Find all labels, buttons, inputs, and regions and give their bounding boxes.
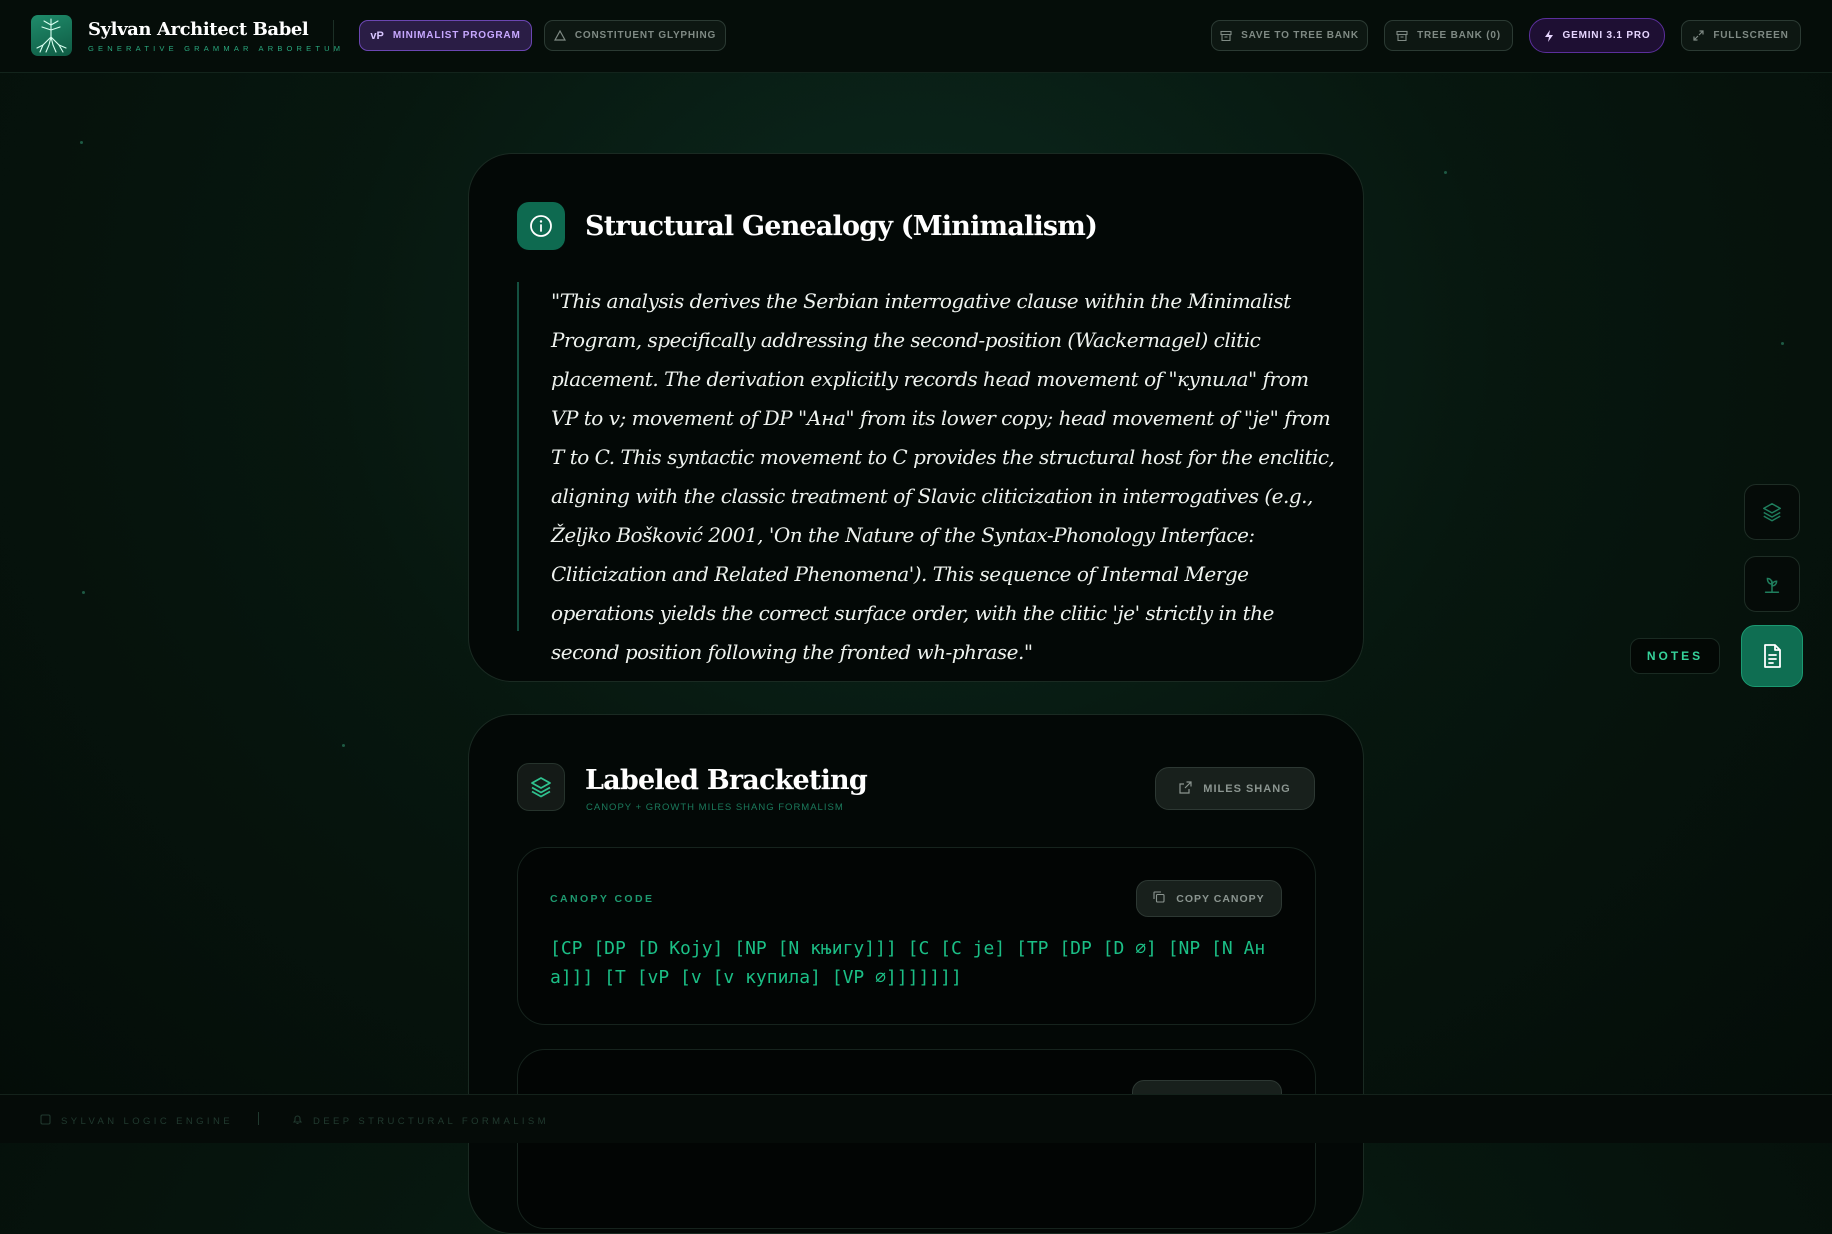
miles-shang-label: MILES SHANG	[1203, 782, 1291, 795]
bracketing-title: Labeled Bracketing	[585, 765, 868, 796]
archive-icon	[1396, 30, 1408, 42]
engine-status: SYLVAN LOGIC ENGINE	[40, 1114, 233, 1128]
tree-bank-label: TREE BANK (0)	[1417, 30, 1501, 41]
tree-logo-icon	[31, 15, 72, 56]
lightning-icon	[1544, 29, 1554, 42]
archive-icon	[1220, 30, 1232, 42]
expand-icon	[1693, 30, 1704, 41]
footer: SYLVAN LOGIC ENGINE DEEP STRUCTURAL FORM…	[0, 1094, 1832, 1143]
canopy-code-panel: CANOPY CODE COPY CANOPY [CP [DP [D Коју]…	[517, 847, 1316, 1025]
canopy-code-label: CANOPY CODE	[550, 893, 655, 905]
tree-bank-button[interactable]: TREE BANK (0)	[1384, 20, 1513, 51]
quote-bar	[517, 282, 519, 631]
save-to-tree-bank-label: SAVE TO TREE BANK	[1241, 30, 1359, 41]
formalism-status: DEEP STRUCTURAL FORMALISM	[292, 1114, 549, 1128]
model-selector-button[interactable]: GEMINI 3.1 PRO	[1529, 18, 1665, 53]
triangle-icon	[553, 30, 566, 41]
notes-dock-button[interactable]	[1741, 625, 1803, 687]
labeled-bracketing-card: Labeled Bracketing CANOPY + GROWTH MILES…	[468, 714, 1364, 1234]
minimalist-program-label: MINIMALIST PROGRAM	[392, 30, 521, 41]
document-icon	[1764, 644, 1781, 668]
structural-genealogy-card: Structural Genealogy (Minimalism) "This …	[468, 153, 1364, 682]
genealogy-quote: "This analysis derives the Serbian inter…	[551, 289, 1335, 664]
sprout-dock-button[interactable]	[1744, 556, 1800, 612]
vp-tag: vP	[370, 29, 384, 42]
genealogy-title: Structural Genealogy (Minimalism)	[585, 211, 1098, 242]
layers-icon	[517, 763, 565, 811]
miles-shang-button[interactable]: MILES SHANG	[1155, 767, 1315, 810]
constituent-glyphing-tab[interactable]: CONSTITUENT GLYPHING	[544, 20, 726, 51]
footer-divider	[258, 1112, 259, 1125]
app-title: Sylvan Architect Babel	[88, 19, 309, 40]
divider	[333, 20, 334, 52]
model-label: GEMINI 3.1 PRO	[1562, 30, 1651, 41]
info-icon	[517, 202, 565, 250]
sprout-icon	[1764, 577, 1780, 593]
engine-label: SYLVAN LOGIC ENGINE	[61, 1115, 233, 1127]
layers-dock-button[interactable]	[1744, 484, 1800, 540]
bell-icon	[292, 1114, 303, 1128]
notes-tooltip: NOTES	[1630, 638, 1720, 674]
canopy-code: [CP [DP [D Коју] [NP [N књигу]]] [C [C j…	[550, 938, 1266, 988]
formalism-label: DEEP STRUCTURAL FORMALISM	[313, 1115, 549, 1127]
top-bar: Sylvan Architect Babel GENERATIVE GRAMMA…	[0, 0, 1832, 73]
minimalist-program-tab[interactable]: vP MINIMALIST PROGRAM	[359, 20, 532, 51]
constituent-glyphing-label: CONSTITUENT GLYPHING	[574, 30, 717, 41]
copy-canopy-label: COPY CANOPY	[1176, 892, 1265, 905]
copy-icon	[1153, 891, 1165, 906]
fullscreen-label: FULLSCREEN	[1713, 30, 1789, 41]
app-subtitle: GENERATIVE GRAMMAR ARBORETUM	[88, 44, 345, 53]
chip-icon	[40, 1114, 51, 1128]
fullscreen-button[interactable]: FULLSCREEN	[1681, 20, 1801, 51]
external-link-icon	[1179, 780, 1192, 797]
save-to-tree-bank-button[interactable]: SAVE TO TREE BANK	[1211, 20, 1368, 51]
copy-canopy-button[interactable]: COPY CANOPY	[1136, 880, 1282, 917]
bracketing-subtitle: CANOPY + GROWTH MILES SHANG FORMALISM	[586, 802, 844, 813]
